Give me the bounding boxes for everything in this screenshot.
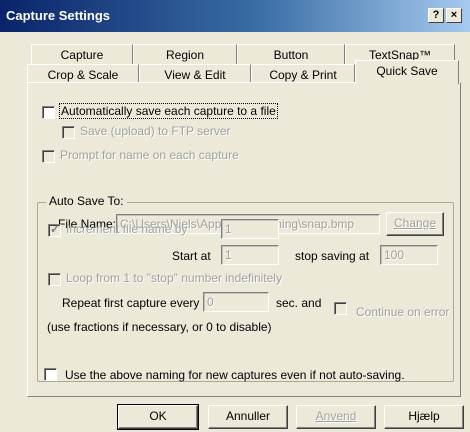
title-bar: Capture Settings ? × xyxy=(0,0,470,32)
close-title-button[interactable]: × xyxy=(446,8,462,23)
help-button[interactable]: Hjælp xyxy=(384,405,464,429)
cancel-button[interactable]: Annuller xyxy=(208,405,288,429)
increment-checkbox[interactable]: ✓ xyxy=(48,222,61,237)
loop-checkbox[interactable] xyxy=(48,273,61,286)
prompt-name-label: Prompt for name on each capture xyxy=(60,148,239,162)
repeat-label: Repeat first capture every xyxy=(62,296,200,310)
tab-quick-save[interactable]: Quick Save xyxy=(355,60,459,84)
repeat-field[interactable]: 0 xyxy=(203,292,269,312)
ftp-upload-label: Save (upload) to FTP server xyxy=(80,124,231,138)
start-at-label: Start at xyxy=(172,249,211,263)
stop-saving-field[interactable]: 100 xyxy=(380,245,438,265)
continue-on-error-checkbox[interactable] xyxy=(334,302,347,315)
auto-save-checkbox[interactable] xyxy=(42,106,55,119)
window-title: Capture Settings xyxy=(6,8,111,23)
use-naming-label[interactable]: Use the above naming for new captures ev… xyxy=(65,368,405,382)
help-title-button[interactable]: ? xyxy=(428,8,444,23)
tab-capture[interactable]: Capture xyxy=(31,44,133,66)
sec-and-label: sec. and xyxy=(276,296,322,310)
change-button[interactable]: Change xyxy=(386,212,444,236)
auto-save-label[interactable]: Automatically save each capture to a fil… xyxy=(59,103,278,119)
loop-label: Loop from 1 to "stop" number indefinitel… xyxy=(66,271,282,285)
ok-button[interactable]: OK xyxy=(117,404,199,430)
increment-field[interactable]: 1 xyxy=(221,219,279,239)
check-icon: ✓ xyxy=(50,222,61,236)
use-naming-checkbox[interactable] xyxy=(44,368,57,381)
continue-on-error-label: Continue on error xyxy=(356,305,450,319)
tab-button[interactable]: Button xyxy=(237,44,345,66)
fractions-hint: (use fractions if necessary, or 0 to dis… xyxy=(47,320,272,334)
stop-saving-label: stop saving at xyxy=(295,249,370,263)
tab-region[interactable]: Region xyxy=(133,44,237,66)
auto-save-legend: Auto Save To: xyxy=(46,194,127,208)
increment-label: Increment file name by xyxy=(66,222,188,236)
apply-button-label: Anvend xyxy=(315,409,357,423)
prompt-name-checkbox[interactable] xyxy=(42,150,55,163)
change-button-label: Change xyxy=(393,216,437,230)
ftp-upload-checkbox[interactable] xyxy=(62,126,75,139)
start-at-field[interactable]: 1 xyxy=(221,245,279,265)
apply-button[interactable]: Anvend xyxy=(296,405,376,429)
